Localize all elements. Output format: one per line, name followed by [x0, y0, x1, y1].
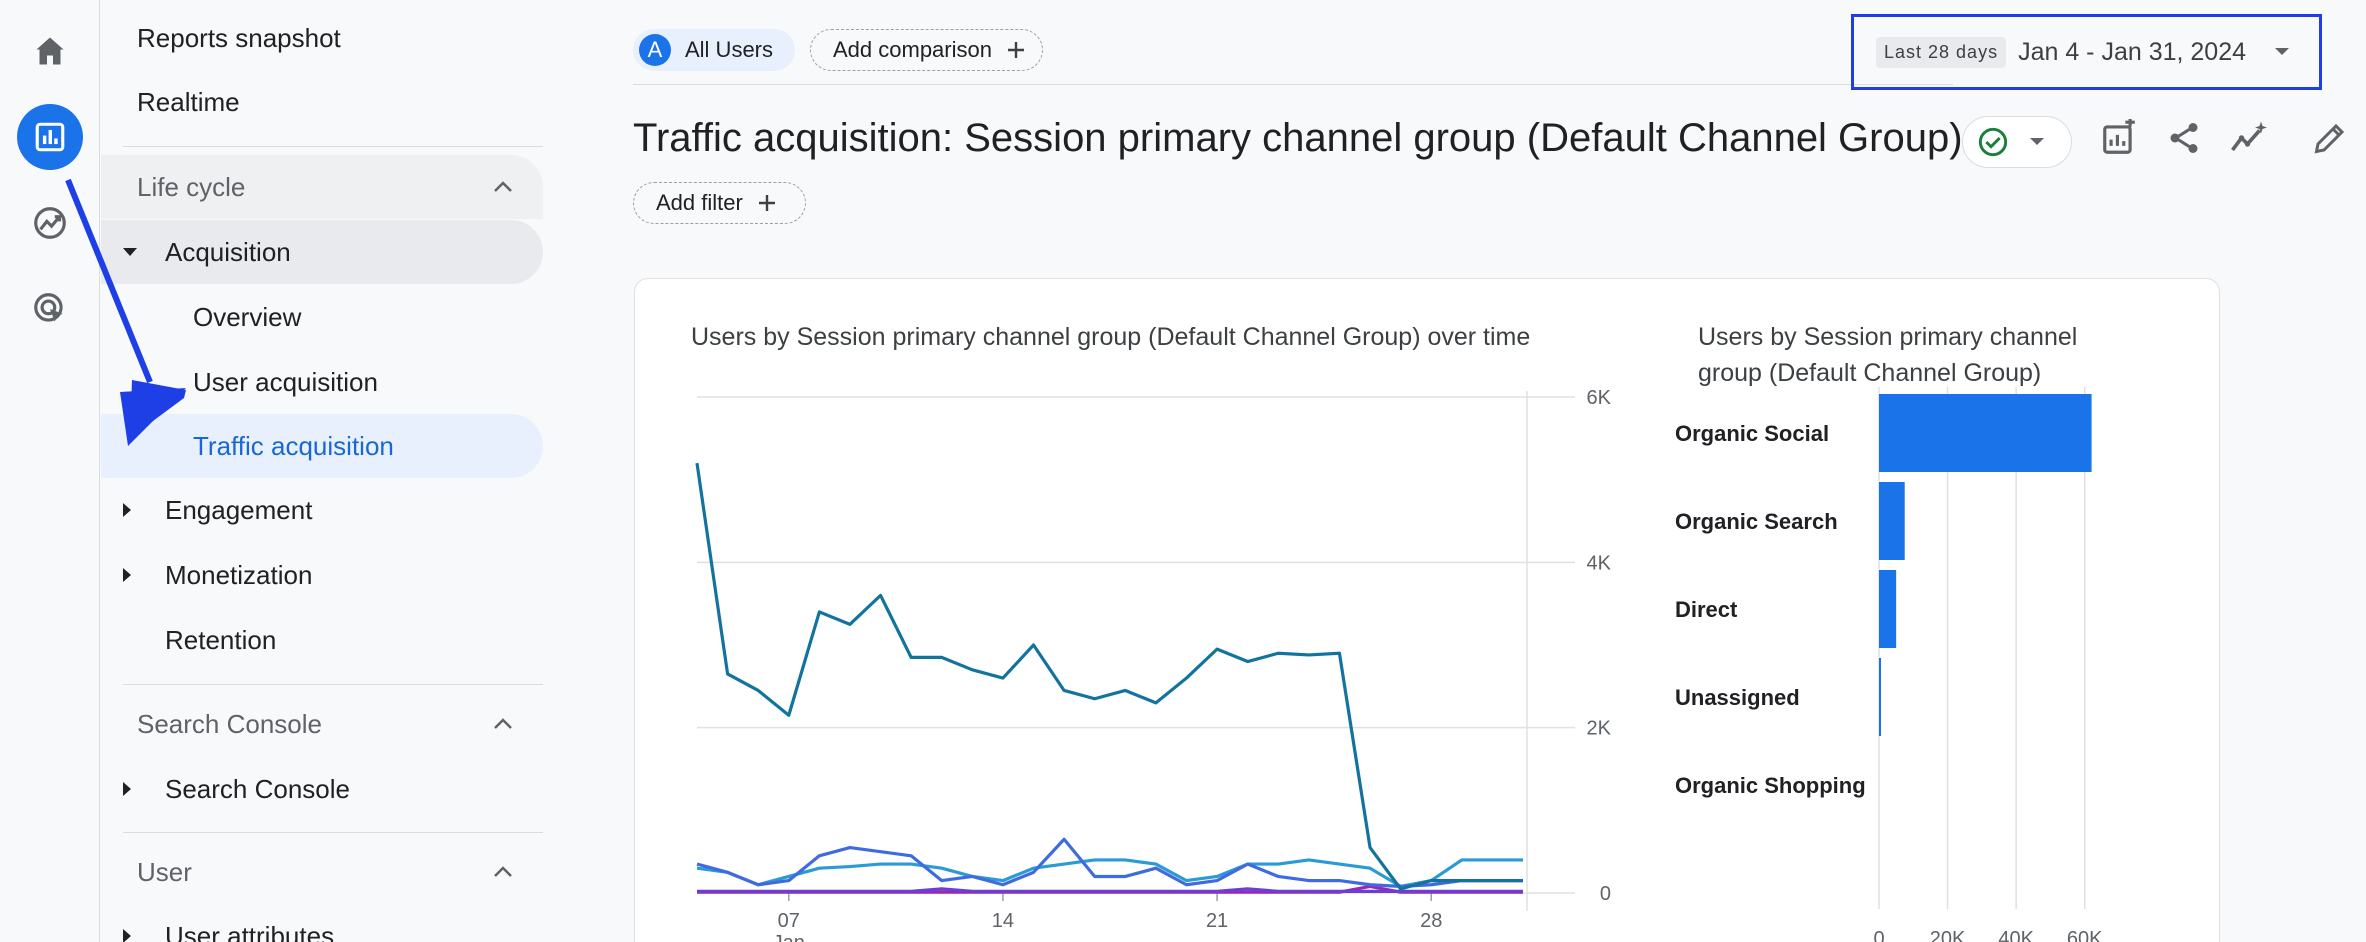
y-tick-label: 0 — [1600, 883, 1611, 905]
x-tick-sublabel: Jan — [773, 932, 805, 942]
chart-card: Users by Session primary channel group (… — [634, 278, 2220, 942]
share-icon[interactable] — [2162, 116, 2206, 160]
nav-retention[interactable]: Retention — [165, 608, 276, 672]
chevron-up-icon — [494, 866, 512, 877]
y-tick-label: 2K — [1587, 718, 1612, 740]
insights-icon[interactable] — [2227, 116, 2271, 160]
x-tick-label: 07 — [778, 910, 800, 932]
x-tick-label: 40K — [1998, 928, 2034, 942]
caret-down-icon — [2275, 48, 2290, 55]
caret-right-icon — [123, 568, 131, 582]
x-tick-label: 28 — [1420, 910, 1442, 932]
bar-category-label: Organic Social — [1675, 421, 1829, 446]
section-search-console[interactable]: Search Console — [101, 692, 543, 756]
nav-label: Retention — [165, 624, 277, 655]
report-status-dropdown[interactable] — [1962, 116, 2072, 168]
chevron-up-icon — [494, 181, 512, 192]
add-comparison-label: Add comparison — [833, 37, 992, 62]
section-label: User — [137, 856, 192, 887]
check-circle-icon — [1978, 127, 2008, 157]
x-tick-label: 14 — [992, 910, 1014, 932]
nav-search-console[interactable]: Search Console — [101, 757, 350, 821]
bar-category-label: Direct — [1675, 597, 1738, 622]
edit-pencil-icon[interactable] — [2308, 116, 2352, 160]
page-title: Traffic acquisition: Session primary cha… — [633, 116, 1963, 160]
nav-engagement[interactable]: Engagement — [101, 478, 312, 542]
caret-right-icon — [123, 782, 131, 796]
x-tick-label: 20K — [1930, 928, 1966, 942]
y-tick-label: 6K — [1587, 387, 1612, 409]
x-tick-label: 0 — [1873, 928, 1884, 942]
bar — [1879, 394, 2092, 472]
bar-category-label: Unassigned — [1675, 685, 1800, 710]
nav-label: User attributes — [165, 920, 335, 942]
nav-label: Search Console — [165, 773, 350, 804]
customize-report-icon[interactable] — [2097, 116, 2141, 160]
date-range-picker[interactable]: Last 28 days Jan 4 - Jan 31, 2024 — [1851, 14, 2322, 90]
series-line — [695, 462, 1523, 891]
series-line — [696, 837, 1523, 888]
add-filter-button[interactable]: Add filter — [633, 182, 806, 224]
nav-monetization[interactable]: Monetization — [101, 543, 312, 607]
divider — [123, 684, 543, 685]
caret-right-icon — [123, 503, 131, 517]
annotation-arrow — [65, 178, 186, 446]
segment-label: All Users — [685, 37, 774, 62]
segment-chip-all-users[interactable]: A All Users — [633, 29, 795, 71]
date-preset-tag: Last 28 days — [1876, 36, 2007, 68]
section-user[interactable]: User — [101, 840, 543, 904]
caret-down-icon — [2030, 138, 2044, 145]
divider — [123, 832, 543, 833]
segment-avatar: A — [639, 34, 671, 66]
chevron-up-icon — [494, 718, 512, 729]
nav-user-attributes[interactable]: User attributes — [101, 904, 334, 942]
bar — [1879, 570, 1897, 648]
plus-icon — [758, 195, 775, 211]
y-tick-label: 4K — [1587, 552, 1612, 574]
bar — [1879, 482, 1905, 560]
x-tick-label: 60K — [2067, 928, 2103, 942]
add-comparison-button[interactable]: Add comparison — [810, 29, 1043, 71]
date-range-text: Jan 4 - Jan 31, 2024 — [2018, 37, 2247, 66]
top-divider — [633, 84, 1953, 85]
nav-label: Engagement — [165, 494, 313, 525]
line-chart: 6K 4K 2K 0 07 14 21 28 Jan — [695, 387, 1612, 942]
x-tick-label: 21 — [1206, 910, 1228, 932]
caret-right-icon — [123, 929, 131, 942]
series-line — [696, 858, 1523, 888]
plus-icon — [1007, 42, 1024, 58]
add-filter-label: Add filter — [656, 190, 743, 215]
bar-chart: 0 20K 40K 60K Organic Social Organic Search Di… — [1675, 387, 2103, 942]
bar — [1879, 658, 1881, 736]
nav-label: Monetization — [165, 559, 313, 590]
bar-category-label: Organic Shopping — [1675, 773, 1866, 798]
bar-category-label: Organic Search — [1675, 509, 1838, 534]
section-label: Search Console — [137, 708, 322, 739]
